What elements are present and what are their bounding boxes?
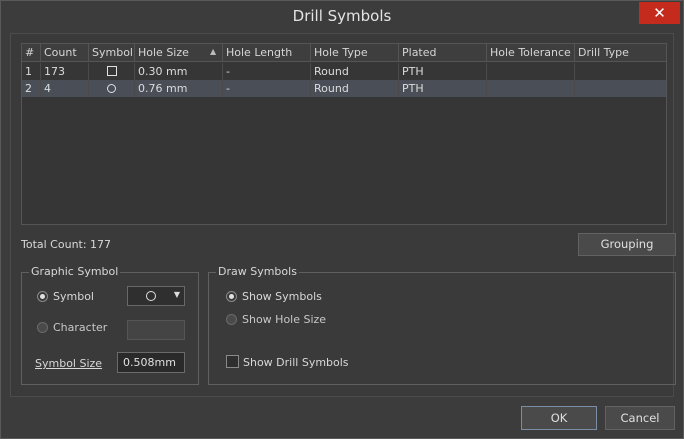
show-symbols-radio[interactable] bbox=[226, 291, 237, 302]
circle-symbol-icon bbox=[146, 291, 156, 301]
column-header-plated[interactable]: Plated bbox=[399, 44, 487, 62]
symbol-size-label: Symbol Size bbox=[35, 357, 103, 370]
grouping-button[interactable]: Grouping bbox=[578, 233, 676, 256]
row-symbol bbox=[89, 80, 135, 97]
row-hole-type: Round bbox=[311, 63, 399, 80]
chevron-down-icon: ▼ bbox=[173, 290, 180, 299]
row-index: 2 bbox=[22, 80, 41, 97]
drill-symbols-dialog: Drill Symbols ✕ # Count Symbol Hole Size… bbox=[0, 0, 684, 439]
row-symbol bbox=[89, 63, 135, 80]
total-count: Total Count: 177 bbox=[21, 238, 112, 251]
row-drill-type bbox=[575, 63, 666, 80]
symbol-radio-label[interactable]: Symbol bbox=[53, 290, 94, 303]
row-hole-tolerance bbox=[487, 80, 575, 97]
row-hole-type: Round bbox=[311, 80, 399, 97]
draw-symbols-title: Draw Symbols bbox=[216, 265, 299, 278]
row-hole-size: 0.76 mm bbox=[135, 80, 223, 97]
row-plated: PTH bbox=[399, 63, 487, 80]
row-hole-size: 0.30 mm bbox=[135, 63, 223, 80]
character-radio[interactable] bbox=[37, 322, 48, 333]
column-header-count[interactable]: Count bbox=[41, 44, 89, 62]
symbol-dropdown[interactable]: ▼ bbox=[127, 286, 185, 306]
symbol-size-input[interactable]: 0.508mm bbox=[117, 352, 185, 373]
row-hole-length: - bbox=[223, 80, 311, 97]
close-icon: ✕ bbox=[653, 4, 666, 22]
draw-symbols-group: Draw Symbols Show Symbols Show Hole Size… bbox=[208, 266, 676, 385]
column-header-hole-tolerance[interactable]: Hole Tolerance bbox=[487, 44, 575, 62]
dialog-body: # Count Symbol Hole Size ▲ Hole Length H… bbox=[10, 33, 676, 397]
cancel-button[interactable]: Cancel bbox=[605, 406, 675, 430]
row-drill-type bbox=[575, 80, 666, 97]
show-drill-symbols-label[interactable]: Show Drill Symbols bbox=[243, 356, 349, 369]
table-row[interactable]: 1 173 0.30 mm - Round PTH bbox=[22, 63, 666, 80]
row-hole-tolerance bbox=[487, 63, 575, 80]
character-radio-label[interactable]: Character bbox=[53, 321, 107, 334]
character-input[interactable] bbox=[127, 320, 185, 340]
show-hole-size-label[interactable]: Show Hole Size bbox=[242, 313, 326, 326]
table-row[interactable]: 2 4 0.76 mm - Round PTH bbox=[22, 80, 666, 97]
show-symbols-label[interactable]: Show Symbols bbox=[242, 290, 322, 303]
row-plated: PTH bbox=[399, 80, 487, 97]
graphic-symbol-title: Graphic Symbol bbox=[29, 265, 121, 278]
close-button[interactable]: ✕ bbox=[639, 2, 680, 24]
symbol-radio[interactable] bbox=[37, 291, 48, 302]
sort-ascending-icon: ▲ bbox=[210, 47, 217, 56]
table-header: # Count Symbol Hole Size ▲ Hole Length H… bbox=[22, 44, 666, 62]
square-symbol-icon bbox=[106, 66, 117, 76]
row-count: 173 bbox=[41, 63, 89, 80]
title-bar[interactable]: Drill Symbols ✕ bbox=[1, 1, 683, 33]
row-hole-length: - bbox=[223, 63, 311, 80]
ok-button[interactable]: OK bbox=[521, 406, 597, 430]
graphic-symbol-group: Graphic Symbol Symbol ▼ Character Symbol… bbox=[21, 266, 199, 385]
column-header-hole-length[interactable]: Hole Length bbox=[223, 44, 311, 62]
dialog-title: Drill Symbols bbox=[292, 7, 392, 25]
show-hole-size-radio[interactable] bbox=[226, 314, 237, 325]
drill-table[interactable]: # Count Symbol Hole Size ▲ Hole Length H… bbox=[21, 43, 667, 225]
column-header-symbol[interactable]: Symbol bbox=[89, 44, 135, 62]
row-count: 4 bbox=[41, 80, 89, 97]
column-header-index[interactable]: # bbox=[22, 44, 41, 62]
column-header-drill-type[interactable]: Drill Type bbox=[575, 44, 666, 62]
show-drill-symbols-checkbox[interactable] bbox=[226, 355, 239, 368]
column-header-hole-type[interactable]: Hole Type bbox=[311, 44, 399, 62]
circle-symbol-icon bbox=[107, 83, 116, 93]
row-index: 1 bbox=[22, 63, 41, 80]
